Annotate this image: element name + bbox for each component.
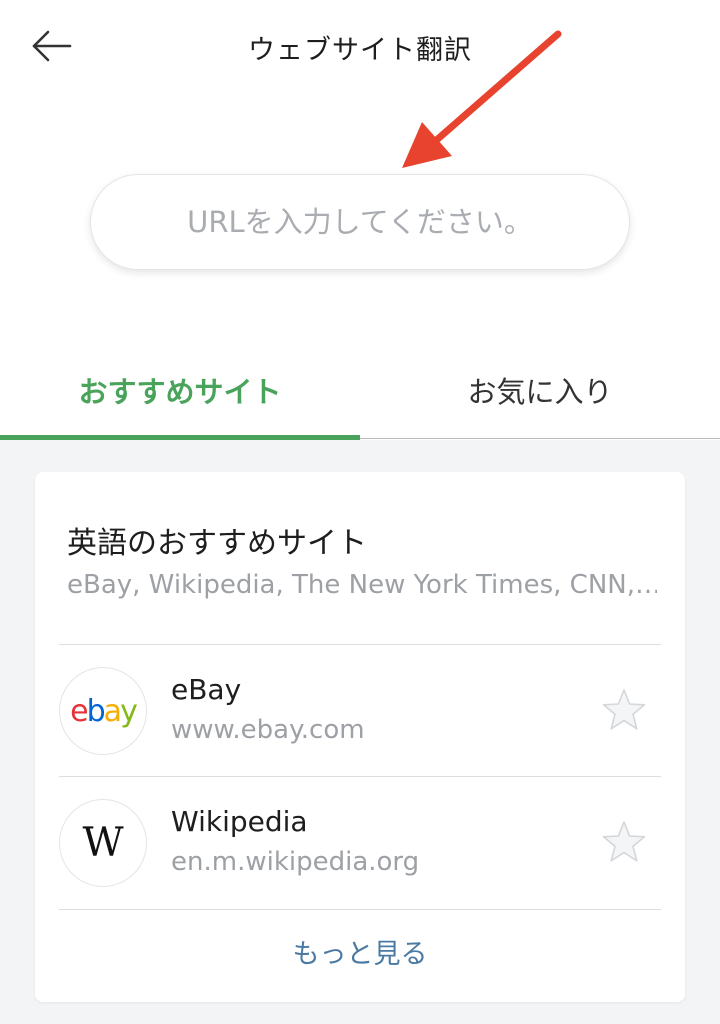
site-row-ebay[interactable]: ebay eBay www.ebay.com bbox=[59, 645, 661, 775]
site-name: eBay bbox=[171, 673, 242, 706]
wikipedia-logo-text: W bbox=[82, 820, 124, 866]
star-icon[interactable] bbox=[601, 819, 647, 865]
divider bbox=[59, 909, 661, 910]
header: ウェブサイト翻訳 bbox=[0, 0, 720, 96]
tab-bar: おすすめサイト お気に入り bbox=[0, 346, 720, 440]
see-more-link[interactable]: もっと見る bbox=[35, 932, 685, 971]
site-url: www.ebay.com bbox=[171, 715, 365, 745]
tab-recommended[interactable]: おすすめサイト bbox=[0, 346, 360, 438]
url-field-container bbox=[90, 174, 630, 270]
site-row-wikipedia[interactable]: W Wikipedia en.m.wikipedia.org bbox=[59, 777, 661, 907]
page-title: ウェブサイト翻訳 bbox=[248, 35, 472, 66]
star-icon[interactable] bbox=[601, 687, 647, 733]
card-title: 英語のおすすめサイト bbox=[67, 526, 367, 561]
card-subtitle: eBay, Wikipedia, The New York Times, CNN… bbox=[67, 570, 657, 600]
site-url: en.m.wikipedia.org bbox=[171, 847, 420, 877]
recommended-sites-card: 英語のおすすめサイト eBay, Wikipedia, The New York… bbox=[35, 472, 685, 1002]
site-name: Wikipedia bbox=[171, 805, 308, 838]
ebay-logo: ebay bbox=[59, 667, 147, 755]
website-translation-screen: ウェブサイト翻訳 おすすめサイト お気に入り 英語のおすすめサイト eBay, … bbox=[0, 0, 720, 1024]
tab-favorites[interactable]: お気に入り bbox=[360, 346, 720, 438]
content-area: 英語のおすすめサイト eBay, Wikipedia, The New York… bbox=[0, 440, 720, 1024]
ebay-logo-text: ebay bbox=[70, 693, 138, 729]
wikipedia-logo: W bbox=[59, 799, 147, 887]
url-input[interactable] bbox=[91, 175, 629, 269]
